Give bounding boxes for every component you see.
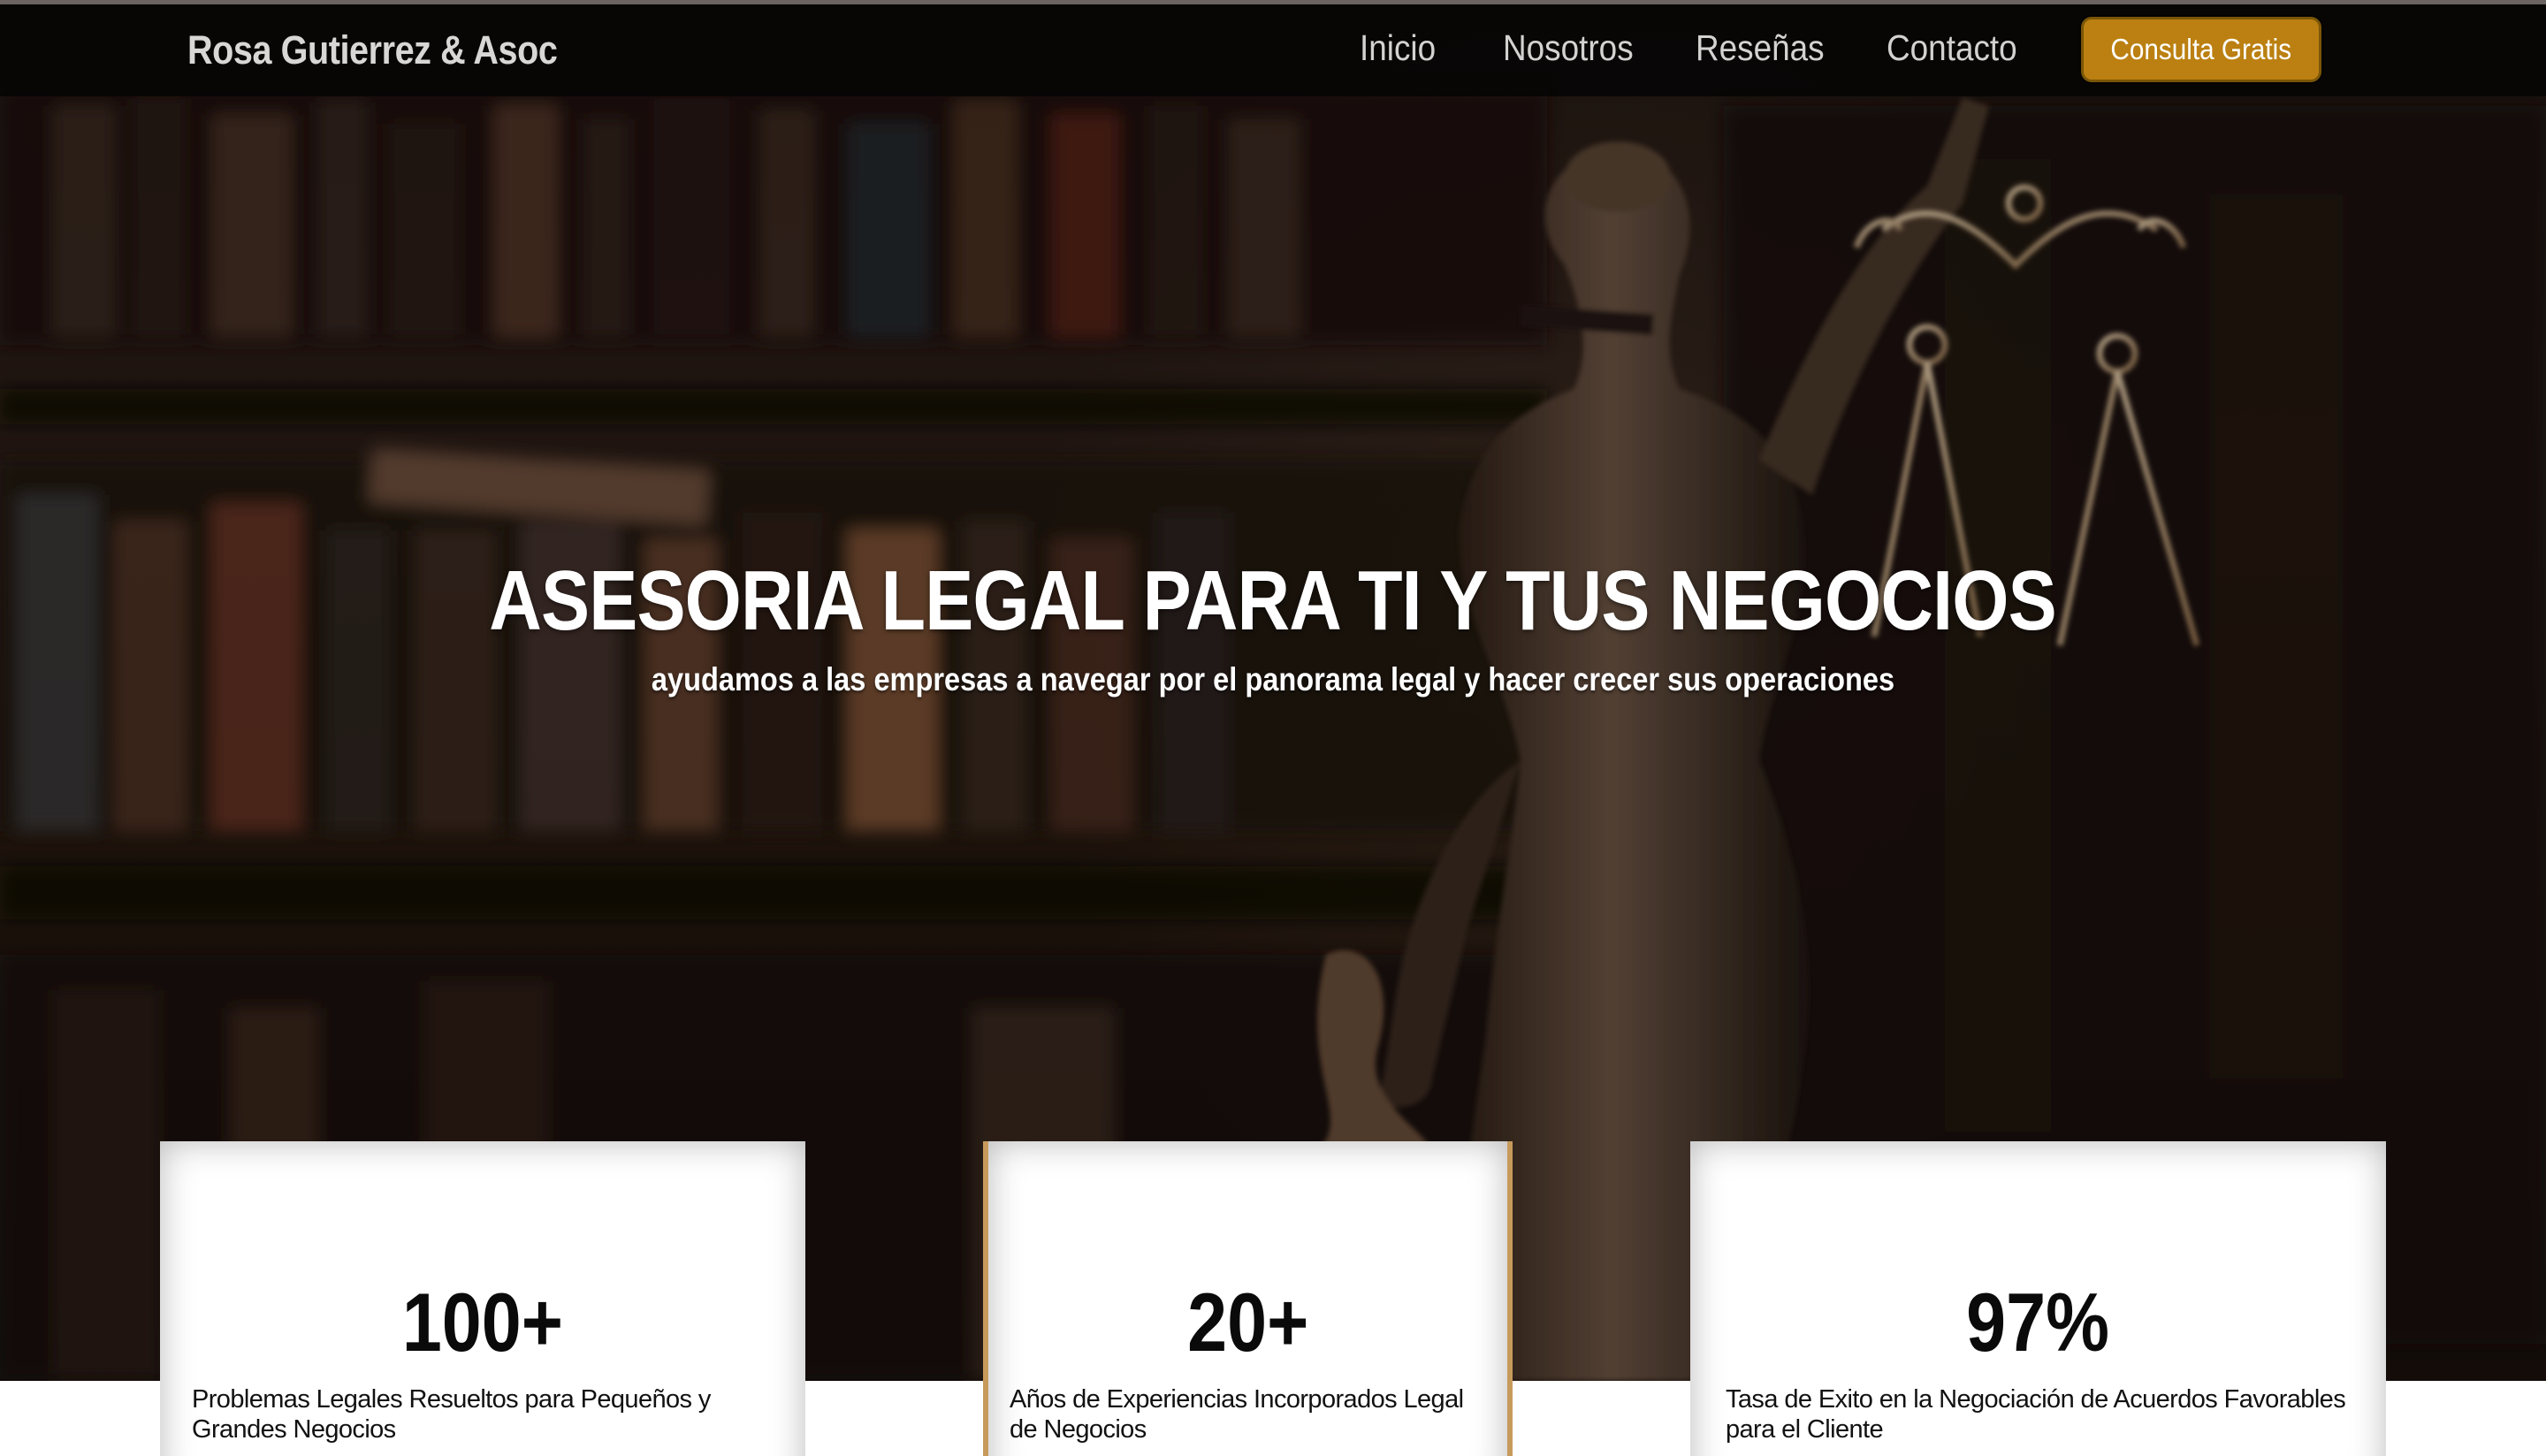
hero-title-text: ASESORIA LEGAL PARA TI Y TUS NEGOCIOS bbox=[489, 553, 2057, 648]
stat-card-success-rate: 97% Tasa de Exito en la Negociación de A… bbox=[1690, 1141, 2386, 1456]
consulta-gratis-label: Consulta Gratis bbox=[2110, 33, 2292, 65]
navbar: Rosa Gutierrez & Asoc Inicio Nosotros Re… bbox=[0, 4, 2546, 96]
stat-label: Problemas Legales Resueltos para Pequeño… bbox=[192, 1385, 711, 1444]
nav-link-contacto[interactable]: Contacto bbox=[1887, 27, 2017, 69]
brand-name[interactable]: Rosa Gutierrez & Asoc bbox=[187, 27, 558, 73]
top-border bbox=[0, 0, 2546, 4]
stat-label: Tasa de Exito en la Negociación de Acuer… bbox=[1726, 1385, 2346, 1444]
nav-link-nosotros[interactable]: Nosotros bbox=[1503, 27, 1634, 69]
hero-title: ASESORIA LEGAL PARA TI Y TUS NEGOCIOS bbox=[0, 553, 2546, 650]
stat-card-years: 20+ Años de Experiencias Incorporados Le… bbox=[983, 1141, 1513, 1456]
stat-label: Años de Experiencias Incorporados Legal … bbox=[1010, 1385, 1464, 1444]
nav-link-inicio[interactable]: Inicio bbox=[1360, 27, 1436, 69]
stat-value-text: 97% bbox=[1966, 1276, 2110, 1368]
consulta-gratis-button[interactable]: Consulta Gratis bbox=[2081, 17, 2321, 82]
stat-value: 20+ bbox=[988, 1281, 1507, 1364]
page: Rosa Gutierrez & Asoc Inicio Nosotros Re… bbox=[0, 0, 2546, 1456]
hero-subtitle-text: ayudamos a las empresas a navegar por el… bbox=[651, 661, 1895, 698]
stat-value: 100+ bbox=[160, 1281, 805, 1364]
stat-value: 97% bbox=[1690, 1281, 2386, 1364]
stat-value-text: 100+ bbox=[401, 1276, 564, 1368]
stat-value-text: 20+ bbox=[1186, 1276, 1309, 1368]
nav-link-resenas[interactable]: Reseñas bbox=[1696, 27, 1825, 69]
stat-card-problems: 100+ Problemas Legales Resueltos para Pe… bbox=[160, 1141, 805, 1456]
hero-subtitle: ayudamos a las empresas a navegar por el… bbox=[0, 661, 2546, 698]
